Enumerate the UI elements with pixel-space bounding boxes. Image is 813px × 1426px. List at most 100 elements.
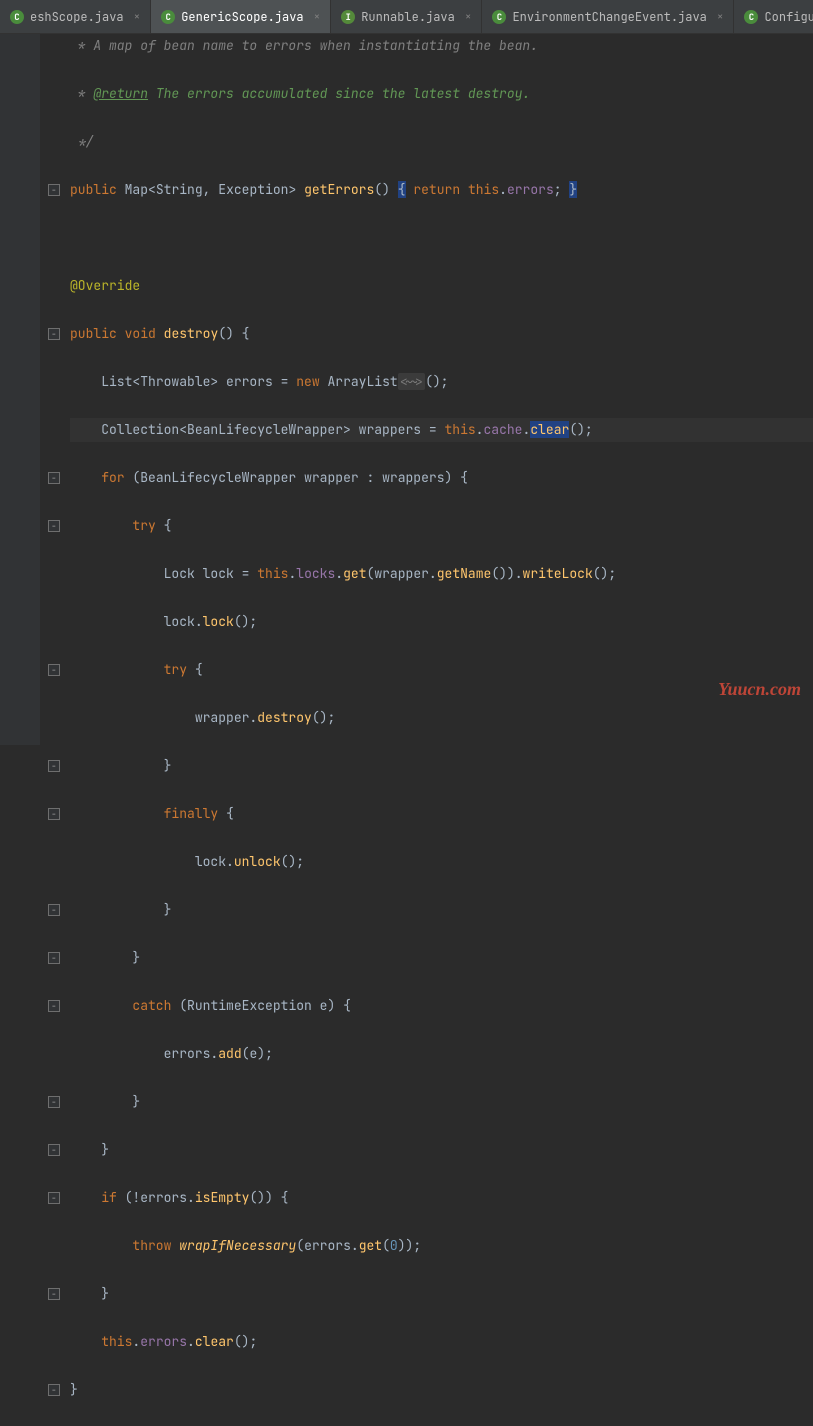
variable: wrappers [382,469,444,486]
fold-icon[interactable]: − [48,1288,60,1300]
fold-icon[interactable]: − [48,520,60,532]
method: clear [195,1333,234,1350]
type: Lock [164,565,195,582]
close-icon[interactable]: × [310,10,321,24]
editor-tab[interactable]: I Runnable.java × [331,0,482,33]
keyword: this [468,181,499,198]
method: wrapIfNecessary [179,1237,296,1254]
tab-label: eshScope.java [30,9,124,25]
keyword: new [296,373,319,390]
keyword: throw [132,1237,171,1254]
variable: wrappers [359,421,421,438]
keyword: return [413,181,460,198]
method: add [218,1045,241,1062]
javadoc-tag: @return [93,85,148,102]
fold-icon[interactable]: − [48,1192,60,1204]
fold-icon[interactable]: − [48,952,60,964]
close-icon[interactable]: × [461,10,472,24]
type: Map [125,181,148,198]
interface-icon: I [341,10,355,24]
comment: */ [70,133,93,150]
keyword: catch [132,997,171,1014]
fold-icon[interactable]: − [48,664,60,676]
method: get [343,565,366,582]
method: destroy [164,325,219,342]
fold-icon[interactable]: − [48,1384,60,1396]
variable: errors [140,1189,187,1206]
class-icon: C [744,10,758,24]
class-icon: C [492,10,506,24]
variable: e [249,1045,257,1062]
variable: lock [164,613,195,630]
keyword: public [70,325,117,342]
method: get [359,1237,382,1254]
type: BeanLifecycleWrapper [140,469,296,486]
fold-icon[interactable]: − [48,760,60,772]
variable: wrapper [374,565,429,582]
method: unlock [234,853,281,870]
variable: wrapper [304,469,359,486]
keyword: finally [164,805,219,822]
tab-label: ConfigurationPro [764,9,813,25]
type: Collection [101,421,179,438]
highlighted-line: Collection<BeanLifecycleWrapper> wrapper… [70,418,813,442]
keyword: this [444,421,475,438]
tab-label: GenericScope.java [181,9,303,25]
tab-label: Runnable.java [361,9,455,25]
variable: errors [304,1237,351,1254]
fold-icon[interactable]: − [48,808,60,820]
comment: * [70,85,93,102]
variable: errors [164,1045,211,1062]
type: List [101,373,132,390]
keyword: this [257,565,288,582]
variable: lock [195,853,226,870]
close-icon[interactable]: × [713,10,724,24]
method: lock [203,613,234,630]
watermark: Yuucn.com [718,679,801,700]
type: BeanLifecycleWrapper [187,421,343,438]
editor-tabs: CeshScope.java × C GenericScope.java × I Runna… [0,0,813,34]
class-icon: C [10,10,24,24]
fold-icon[interactable]: − [48,184,60,196]
editor-tab[interactable]: C GenericScope.java × [151,0,331,33]
close-icon[interactable]: × [130,10,141,24]
keyword: try [164,661,187,678]
variable: errors [226,373,273,390]
javadoc: The errors accumulated since the latest … [148,85,530,102]
keyword: this [101,1333,132,1350]
editor-tab[interactable]: C EnvironmentChangeEvent.java × [482,0,734,33]
fold-icon[interactable]: − [48,1144,60,1156]
method: getName [437,565,492,582]
field: locks [296,565,335,582]
keyword: if [101,1189,117,1206]
fold-icon[interactable]: − [48,1096,60,1108]
field: errors [140,1333,187,1350]
keyword: for [101,469,124,486]
method: destroy [257,709,312,726]
fold-icon[interactable]: − [48,328,60,340]
type: RuntimeException [187,997,312,1014]
method: getErrors [304,181,374,198]
fold-icon[interactable]: − [48,904,60,916]
fold-icon[interactable]: − [48,472,60,484]
type: ArrayList [327,373,397,390]
type: Exception [218,181,288,198]
field: cache [483,421,522,438]
editor-tab[interactable]: CeshScope.java × [0,0,151,33]
editor-tab[interactable]: C ConfigurationPro [734,0,813,33]
keyword: public [70,181,117,198]
keyword: try [132,517,155,534]
type: String [156,181,203,198]
fold-icon[interactable]: − [48,1000,60,1012]
tab-label: EnvironmentChangeEvent.java [512,9,706,25]
hint: <~> [398,373,425,390]
class-icon: C [161,10,175,24]
selection: clear [530,421,569,438]
field: errors [507,181,554,198]
brace: } [569,181,577,198]
code-editor[interactable]: * A map of bean name to errors when inst… [40,34,813,745]
type: Throwable [140,373,210,390]
method: writeLock [523,565,593,582]
variable: e [320,997,328,1014]
brace: { [398,181,406,198]
